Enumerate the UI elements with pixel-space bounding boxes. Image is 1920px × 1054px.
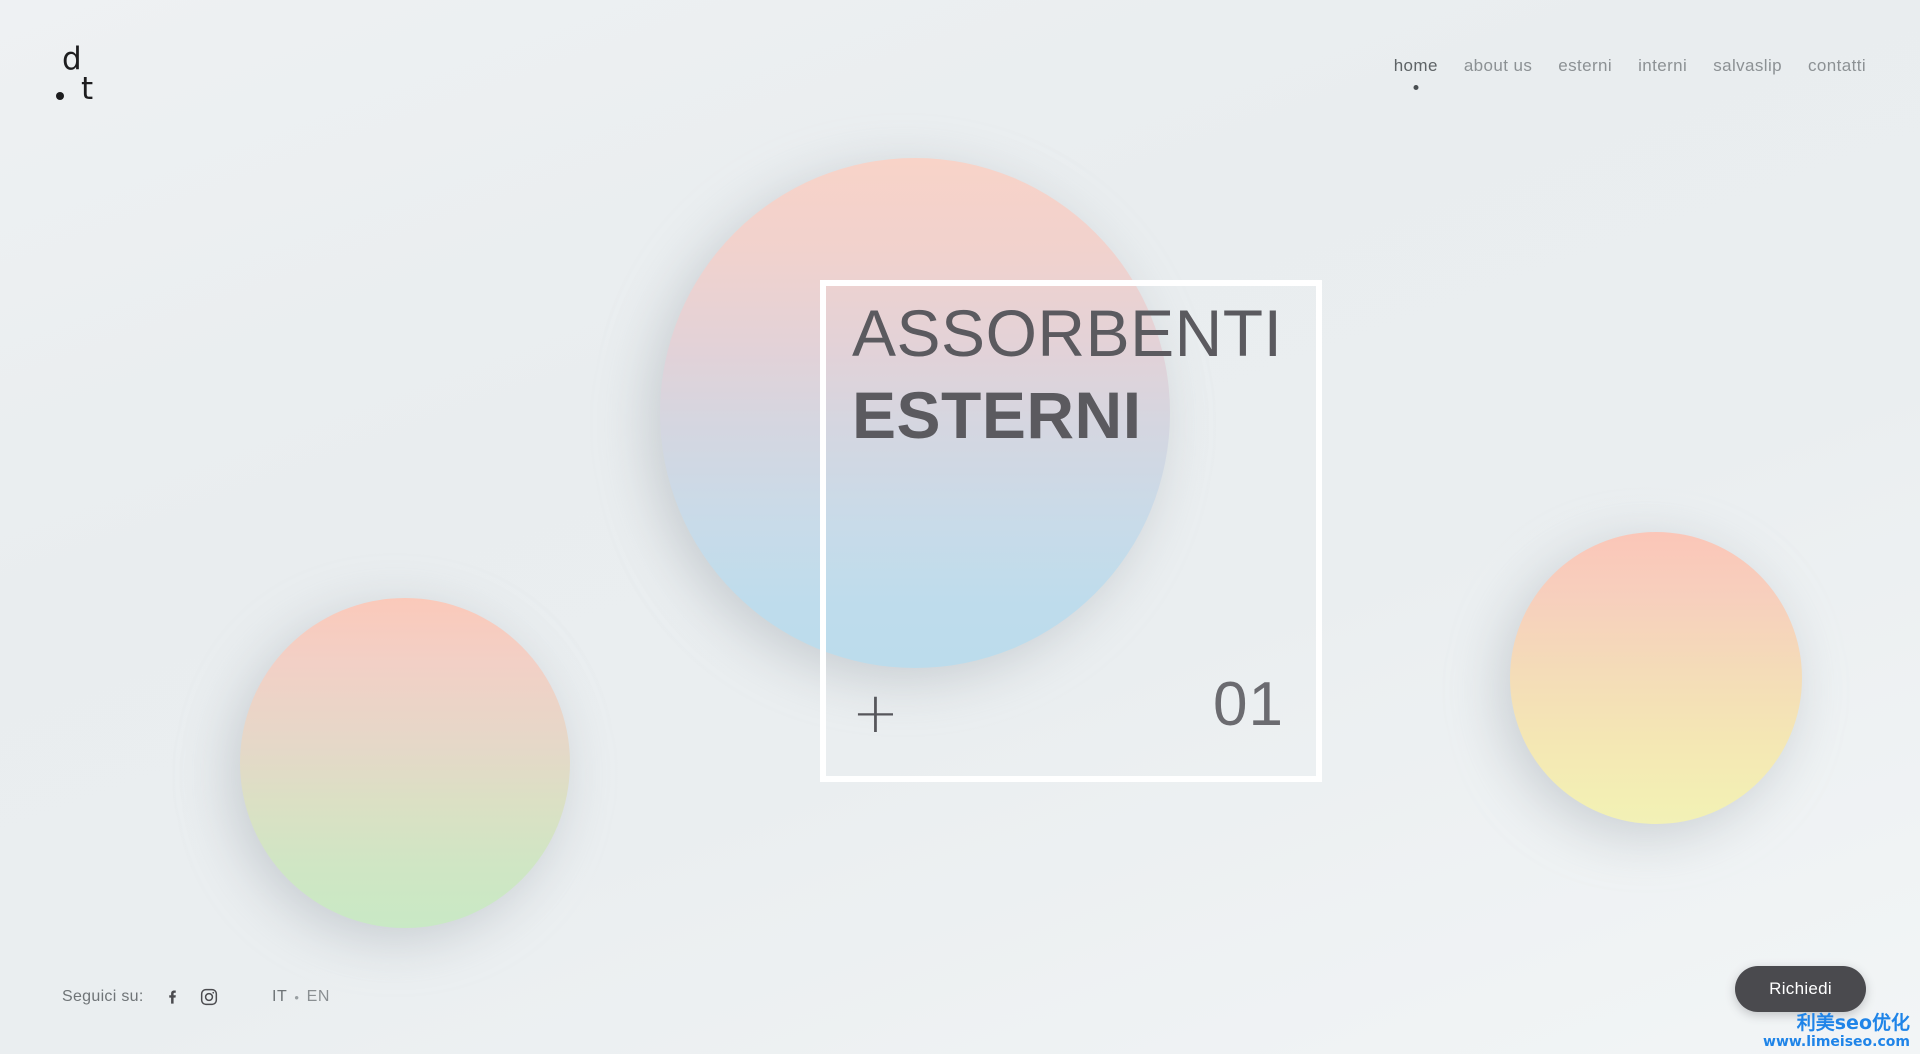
left-orb (240, 598, 570, 928)
main-navigation: home about us esterni interni salvaslip … (1394, 56, 1866, 90)
lang-option-it[interactable]: IT (272, 988, 287, 1006)
hero-title-line-1: ASSORBENTI (852, 296, 1283, 370)
nav-item-about-us[interactable]: about us (1464, 56, 1532, 90)
language-switcher: IT • EN (272, 988, 330, 1006)
nav-item-home[interactable]: home (1394, 56, 1438, 90)
site-header: d t home about us esterni interni salvas… (0, 0, 1920, 150)
request-button[interactable]: Richiedi (1735, 966, 1866, 1012)
lang-separator: • (294, 989, 300, 1005)
social-links: Seguici su: (62, 986, 220, 1008)
page-root: d t home about us esterni interni salvas… (0, 0, 1920, 1054)
site-logo[interactable]: d t (56, 44, 126, 124)
hero-slide-index: 01 (1213, 670, 1284, 739)
logo-dot-icon (56, 92, 64, 100)
site-footer: Seguici su: IT • EN Richiedi (0, 934, 1920, 1054)
nav-item-interni[interactable]: interni (1638, 56, 1687, 90)
nav-item-salvaslip[interactable]: salvaslip (1713, 56, 1782, 90)
facebook-icon[interactable] (162, 986, 184, 1008)
logo-letter-d: d (62, 41, 82, 77)
nav-item-esterni[interactable]: esterni (1558, 56, 1612, 90)
instagram-icon[interactable] (198, 986, 220, 1008)
social-label: Seguici su: (62, 988, 144, 1005)
logo-letter-t: t (81, 71, 94, 107)
hero-title: ASSORBENTI ESTERNI (852, 300, 1282, 448)
lang-option-en[interactable]: EN (307, 988, 330, 1006)
hero-expand-plus-icon[interactable]: + (852, 686, 899, 742)
hero-title-line-2: ESTERNI (852, 378, 1142, 452)
nav-item-contatti[interactable]: contatti (1808, 56, 1866, 90)
right-orb (1510, 532, 1802, 824)
